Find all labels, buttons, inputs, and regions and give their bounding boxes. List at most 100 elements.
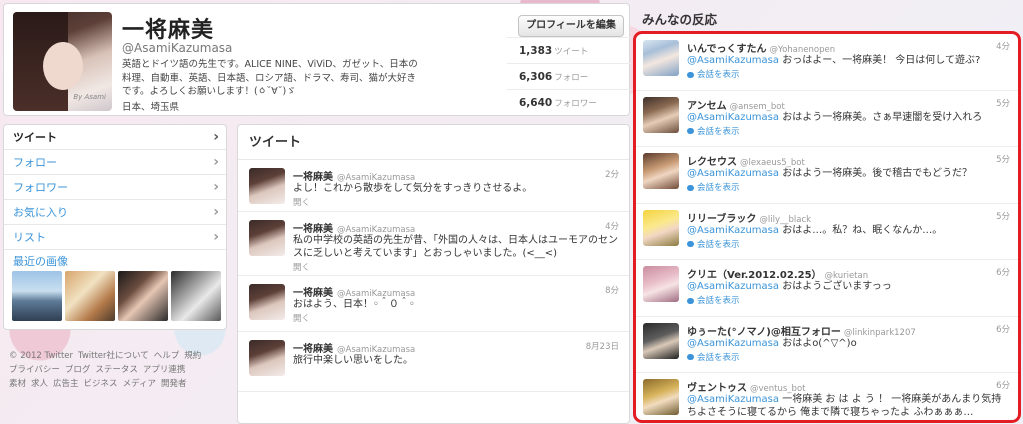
tweet-open-link[interactable]: 開く <box>293 261 310 273</box>
reaction-author[interactable]: ヴェントゥス @ventus_bot <box>687 379 805 394</box>
reaction-time[interactable]: 5分 <box>996 97 1010 109</box>
avatar[interactable] <box>249 284 285 320</box>
mention-link[interactable]: @AsamiKazumasa <box>687 112 779 123</box>
footer-link[interactable]: アプリ連携 <box>143 365 186 375</box>
tweet-author[interactable]: 一将麻美 @AsamiKazumasa <box>293 284 415 299</box>
footer-link: © 2012 Twitter <box>9 351 74 361</box>
avatar[interactable] <box>643 322 679 359</box>
tweet-open-link[interactable]: 開く <box>293 196 310 208</box>
footer-link[interactable]: 素材 <box>9 379 26 389</box>
footer-link[interactable]: 求人 <box>31 379 48 389</box>
view-conversation-label: 会話を表示 <box>697 239 740 250</box>
mention-link[interactable]: @AsamiKazumasa <box>687 225 779 236</box>
tweet-author[interactable]: 一将麻美 @AsamiKazumasa <box>293 220 415 235</box>
recent-image-thumbnail[interactable] <box>65 271 115 321</box>
mention-link[interactable]: @AsamiKazumasa <box>687 55 779 66</box>
footer-link[interactable]: メディア <box>123 379 156 389</box>
profile-bio: 英語とドイツ語の先生です。ALICE NINE、ViViD、ガゼット、日本の料理… <box>122 59 418 97</box>
avatar[interactable] <box>643 379 679 415</box>
footer-link[interactable]: 広告主 <box>53 379 79 389</box>
edit-profile-button[interactable]: プロフィールを編集 <box>518 15 624 37</box>
reaction-item[interactable]: アンセム @ansem_bot 5分 @AsamiKazumasa おはよう一将麻… <box>636 91 1018 147</box>
stat-followers[interactable]: 6,640 フォロワー <box>507 89 631 115</box>
chevron-right-icon: › <box>213 229 219 245</box>
reaction-text: @AsamiKazumasa おはよ…。私？ね、眠くなんか…。 <box>687 224 1007 237</box>
footer-link[interactable]: ステータス <box>95 365 138 375</box>
stat-following[interactable]: 6,306 フォロー <box>507 63 631 89</box>
view-conversation-link[interactable]: 会話を表示 <box>687 238 740 250</box>
reaction-item[interactable]: ヴェントゥス @ventus_bot 6分 @AsamiKazumasa 一将麻美… <box>636 373 1018 420</box>
tweet-time[interactable]: 2分 <box>605 168 619 180</box>
mention-link[interactable]: @AsamiKazumasa <box>687 394 779 405</box>
avatar[interactable] <box>249 168 285 204</box>
tweet-open-link[interactable]: 開く <box>293 312 310 324</box>
stat-count: 1,383 <box>519 45 553 57</box>
mention-link[interactable]: @AsamiKazumasa <box>687 168 779 179</box>
nav-item-tweets[interactable]: ツイート › <box>4 125 226 150</box>
tweet-time[interactable]: 8分 <box>605 284 619 296</box>
reaction-item[interactable]: クリエ（Ver.2012.02.25） @kurietan 6分 @AsamiKa… <box>636 260 1018 317</box>
stat-tweets[interactable]: 1,383 ツイート <box>507 37 631 63</box>
tweet-item[interactable]: 一将麻美 @AsamiKazumasa 8月23日 旅行中楽しい思いをした。 <box>238 332 629 392</box>
tweet-time[interactable]: 4分 <box>605 220 619 232</box>
nav-item-favorites[interactable]: お気に入り › <box>4 200 226 225</box>
footer-link[interactable]: プライバシー <box>9 365 60 375</box>
avatar[interactable] <box>643 209 679 246</box>
avatar[interactable] <box>643 153 679 189</box>
nav-item-followers[interactable]: フォロワー › <box>4 175 226 200</box>
footer-link[interactable]: 開発者 <box>161 379 187 389</box>
view-conversation-link[interactable]: 会話を表示 <box>687 68 740 80</box>
avatar[interactable] <box>643 266 679 302</box>
recent-image-thumbnail[interactable] <box>171 271 221 321</box>
footer-link[interactable]: ブログ <box>65 365 91 375</box>
tweet-item[interactable]: 一将麻美 @AsamiKazumasa 8分 おはよう、日本！◦＾０＾◦ 開く <box>238 276 629 332</box>
mention-link[interactable]: @AsamiKazumasa <box>687 281 779 292</box>
footer-link[interactable]: Twitter社について <box>78 351 149 361</box>
tweet-item[interactable]: 一将麻美 @AsamiKazumasa 4分 私の中学校の英語の先生が昔、「外国の… <box>238 212 629 276</box>
view-conversation-label: 会話を表示 <box>697 296 740 306</box>
reaction-time[interactable]: 6分 <box>996 323 1010 335</box>
view-conversation-link[interactable]: 会話を表示 <box>687 125 740 137</box>
stat-label: ツイート <box>554 47 589 57</box>
reaction-author[interactable]: レクセウス @lexaeus5_bot <box>687 153 805 168</box>
reaction-item[interactable]: リリーブラック @lily__black 5分 @AsamiKazumasa おは… <box>636 204 1018 260</box>
view-conversation-link[interactable]: 会話を表示 <box>687 351 740 363</box>
reaction-time[interactable]: 6分 <box>996 266 1010 278</box>
reaction-author[interactable]: クリエ（Ver.2012.02.25） @kurietan <box>687 266 868 281</box>
reaction-item[interactable]: ゆぅーた(°ノマノ)@相互フォロー @linkinpark1207 6分 @Asa… <box>636 317 1018 373</box>
avatar[interactable] <box>643 40 679 76</box>
tweet-author[interactable]: 一将麻美 @AsamiKazumasa <box>293 340 415 355</box>
reaction-text: @AsamiKazumasa おはよう一将麻美。さぁ早速闇を受け入れろ <box>687 111 1007 124</box>
reaction-time[interactable]: 4分 <box>996 40 1010 52</box>
tweet-item[interactable]: 一将麻美 @AsamiKazumasa 2分 よし！これから散歩をして気分をすっき… <box>238 160 629 212</box>
recent-images-link[interactable]: 最近の画像 <box>13 253 68 269</box>
tweet-author[interactable]: 一将麻美 @AsamiKazumasa <box>293 168 415 183</box>
recent-image-thumbnail[interactable] <box>12 271 62 321</box>
nav-item-following[interactable]: フォロー › <box>4 150 226 175</box>
view-conversation-link[interactable]: 会話を表示 <box>687 181 740 193</box>
reaction-author[interactable]: アンセム @ansem_bot <box>687 97 785 112</box>
reaction-author[interactable]: ゆぅーた(°ノマノ)@相互フォロー @linkinpark1207 <box>687 323 916 338</box>
tweet-time[interactable]: 8月23日 <box>586 340 619 352</box>
speech-bubble-icon <box>687 297 694 304</box>
view-conversation-link[interactable]: 会話を表示 <box>687 294 740 306</box>
recent-image-thumbnail[interactable] <box>118 271 168 321</box>
footer-link[interactable]: 規約 <box>184 351 201 361</box>
footer-link[interactable]: ビジネス <box>84 379 118 389</box>
reaction-author[interactable]: いんでっくすたん @Yohanenopen <box>687 40 835 55</box>
reaction-item[interactable]: レクセウス @lexaeus5_bot 5分 @AsamiKazumasa おはよ… <box>636 147 1018 204</box>
footer-link[interactable]: ヘルプ <box>154 351 180 361</box>
reaction-item[interactable]: いんでっくすたん @Yohanenopen 4分 @AsamiKazumasa お… <box>636 34 1018 91</box>
reaction-time[interactable]: 5分 <box>996 210 1010 222</box>
reaction-time[interactable]: 5分 <box>996 153 1010 165</box>
avatar[interactable] <box>643 96 679 133</box>
nav-item-lists[interactable]: リスト › <box>4 225 226 250</box>
reaction-time[interactable]: 6分 <box>996 379 1010 391</box>
profile-avatar[interactable]: By Asami <box>13 12 112 111</box>
nav-item-label: フォロー <box>13 156 57 169</box>
avatar[interactable] <box>249 220 285 256</box>
mention-link[interactable]: @AsamiKazumasa <box>687 338 779 349</box>
reaction-author[interactable]: リリーブラック @lily__black <box>687 210 811 225</box>
tweet-text: 私の中学校の英語の先生が昔、「外国の人々は、日本人はユーモアのセンスに乏しいと考… <box>293 235 618 259</box>
avatar[interactable] <box>249 340 285 376</box>
